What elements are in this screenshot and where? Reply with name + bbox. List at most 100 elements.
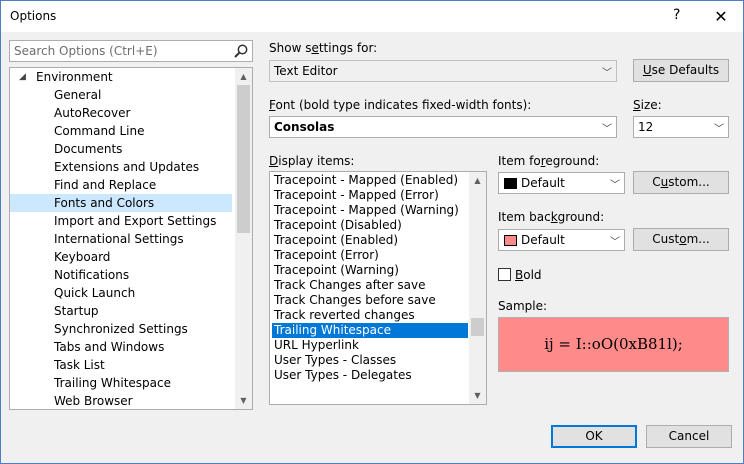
label-part: Item bac xyxy=(498,210,551,224)
label-access-key: S xyxy=(633,98,641,112)
display-items-list[interactable]: Tracepoint - Mapped (Enabled) Tracepoint… xyxy=(269,171,487,405)
title-bar[interactable]: Options ? ✕ xyxy=(1,1,743,32)
foreground-select[interactable]: Default ﹀ xyxy=(498,172,625,194)
list-item[interactable]: Track Changes after save xyxy=(272,278,468,293)
background-swatch xyxy=(504,235,517,246)
tree-item-environment[interactable]: ◢ Environment xyxy=(10,68,232,86)
options-tree[interactable]: ◢ Environment General AutoRecover Comman… xyxy=(9,67,253,410)
list-item[interactable]: Tracepoint (Warning) xyxy=(272,263,468,278)
list-item[interactable]: Tracepoint (Enabled) xyxy=(272,233,468,248)
tree-item[interactable]: Extensions and Updates xyxy=(10,158,232,176)
tree-item[interactable]: Find and Replace xyxy=(10,176,232,194)
display-items-label: Display items: xyxy=(269,154,354,168)
tree-item[interactable]: Startup xyxy=(10,302,232,320)
list-item[interactable]: Tracepoint - Mapped (Warning) xyxy=(272,203,468,218)
list-item-label: Tracepoint (Warning) xyxy=(274,263,399,277)
chevron-down-icon: ﹀ xyxy=(714,124,724,135)
cancel-button[interactable]: Cancel xyxy=(646,425,732,448)
list-item[interactable]: Track Changes before save xyxy=(272,293,468,308)
chevron-down-icon: ﹀ xyxy=(602,124,612,135)
close-icon[interactable]: ✕ xyxy=(713,7,729,26)
label-part: isplay items: xyxy=(278,154,355,168)
tree-item[interactable]: Tabs and Windows xyxy=(10,338,232,356)
tree-item-label: Startup xyxy=(54,304,99,318)
scroll-down-icon[interactable]: ▼ xyxy=(469,387,486,404)
tree-item[interactable]: Keyboard xyxy=(10,248,232,266)
ok-button[interactable]: OK xyxy=(551,425,637,448)
search-icon[interactable] xyxy=(233,43,249,59)
font-select[interactable]: Consolas ﹀ xyxy=(269,116,617,138)
sample-text: ij = I::oO(0xB81l); xyxy=(544,335,683,353)
search-placeholder: Search Options (Ctrl+E) xyxy=(14,44,158,58)
list-item[interactable]: User Types - Classes xyxy=(272,353,468,368)
scroll-thumb[interactable] xyxy=(237,85,250,233)
list-item[interactable]: URL Hyperlink xyxy=(272,338,468,353)
list-scrollbar[interactable]: ▲ ▼ xyxy=(469,172,486,404)
tree-item[interactable]: General xyxy=(10,86,232,104)
scroll-up-icon[interactable]: ▲ xyxy=(235,68,252,85)
tree-item[interactable]: Trailing Whitespace xyxy=(10,374,232,392)
scroll-thumb[interactable] xyxy=(471,318,484,336)
help-icon[interactable]: ? xyxy=(673,7,680,23)
label-part: ont (bold type indicates fixed-width fon… xyxy=(275,98,532,112)
chevron-down-icon: ﹀ xyxy=(610,237,620,248)
bold-checkbox[interactable] xyxy=(498,268,511,281)
background-select[interactable]: Default ﹀ xyxy=(498,229,625,251)
label-access-key: e xyxy=(311,41,319,55)
options-dialog: Options ? ✕ Search Options (Ctrl+E) ◢ En… xyxy=(0,0,744,464)
list-item[interactable]: Track reverted changes xyxy=(272,308,468,323)
list-item[interactable]: Tracepoint (Error) xyxy=(272,248,468,263)
tree-item-label: International Settings xyxy=(54,232,184,246)
tree-item[interactable]: AutoRecover xyxy=(10,104,232,122)
label-part: ttings for: xyxy=(318,41,378,55)
scroll-up-icon[interactable]: ▲ xyxy=(469,172,486,189)
tree-item[interactable]: Documents xyxy=(10,140,232,158)
list-item-label: Track Changes before save xyxy=(274,293,436,307)
background-custom-button[interactable]: Custom... xyxy=(633,228,729,251)
label-part: eground: xyxy=(545,154,600,168)
list-item[interactable]: User Types - Delegates xyxy=(272,368,468,383)
tree-item[interactable]: Import and Export Settings xyxy=(10,212,232,230)
tree-item[interactable]: Notifications xyxy=(10,266,232,284)
list-item-label: User Types - Delegates xyxy=(274,368,412,382)
use-defaults-button[interactable]: Use Defaults xyxy=(633,59,729,82)
tree-item-selected[interactable]: Fonts and Colors xyxy=(10,194,232,212)
list-item-label: URL Hyperlink xyxy=(274,338,359,352)
list-item[interactable]: Tracepoint (Disabled) xyxy=(272,218,468,233)
expander-icon[interactable]: ◢ xyxy=(19,68,26,86)
list-item[interactable]: Tracepoint - Mapped (Error) xyxy=(272,188,468,203)
tree-item-label: Trailing Whitespace xyxy=(54,376,171,390)
settings-for-select[interactable]: Text Editor ﹀ xyxy=(269,60,617,82)
label-access-key: D xyxy=(269,154,279,168)
list-item[interactable]: Tracepoint - Mapped (Enabled) xyxy=(272,173,468,188)
label-access-key: U xyxy=(642,63,652,77)
background-label: Item background: xyxy=(498,210,604,224)
search-input[interactable]: Search Options (Ctrl+E) xyxy=(9,40,253,62)
foreground-label: Item foreground: xyxy=(498,154,599,168)
scroll-down-icon[interactable]: ▼ xyxy=(235,392,252,409)
settings-for-label: Show settings for: xyxy=(269,41,377,55)
tree-item[interactable]: Web Browser xyxy=(10,392,232,409)
foreground-swatch xyxy=(504,178,517,189)
settings-for-value: Text Editor xyxy=(274,64,338,78)
tree-item-label: Synchronized Settings xyxy=(54,322,188,336)
tree-item-label: Environment xyxy=(36,70,113,84)
font-label: Font (bold type indicates fixed-width fo… xyxy=(269,98,531,112)
tree-scrollbar[interactable]: ▲ ▼ xyxy=(235,68,252,409)
bold-label[interactable]: Bold xyxy=(515,268,542,282)
foreground-custom-button[interactable]: Custom... xyxy=(633,171,729,194)
tree-item[interactable]: International Settings xyxy=(10,230,232,248)
list-item-label: Tracepoint - Mapped (Warning) xyxy=(274,203,459,217)
sample-preview: ij = I::oO(0xB81l); xyxy=(498,317,729,372)
tree-item[interactable]: Quick Launch xyxy=(10,284,232,302)
tree-item-label: Keyboard xyxy=(54,250,111,264)
tree-item-label: Quick Launch xyxy=(54,286,136,300)
tree-item[interactable]: Task List xyxy=(10,356,232,374)
tree-item[interactable]: Synchronized Settings xyxy=(10,320,232,338)
chevron-down-icon: ﹀ xyxy=(610,180,620,191)
list-item-label: Trailing Whitespace xyxy=(274,323,391,337)
tree-item-label: Import and Export Settings xyxy=(54,214,217,228)
tree-item[interactable]: Command Line xyxy=(10,122,232,140)
size-select[interactable]: 12 ﹀ xyxy=(633,116,729,138)
list-item-selected[interactable]: Trailing Whitespace xyxy=(272,323,468,338)
